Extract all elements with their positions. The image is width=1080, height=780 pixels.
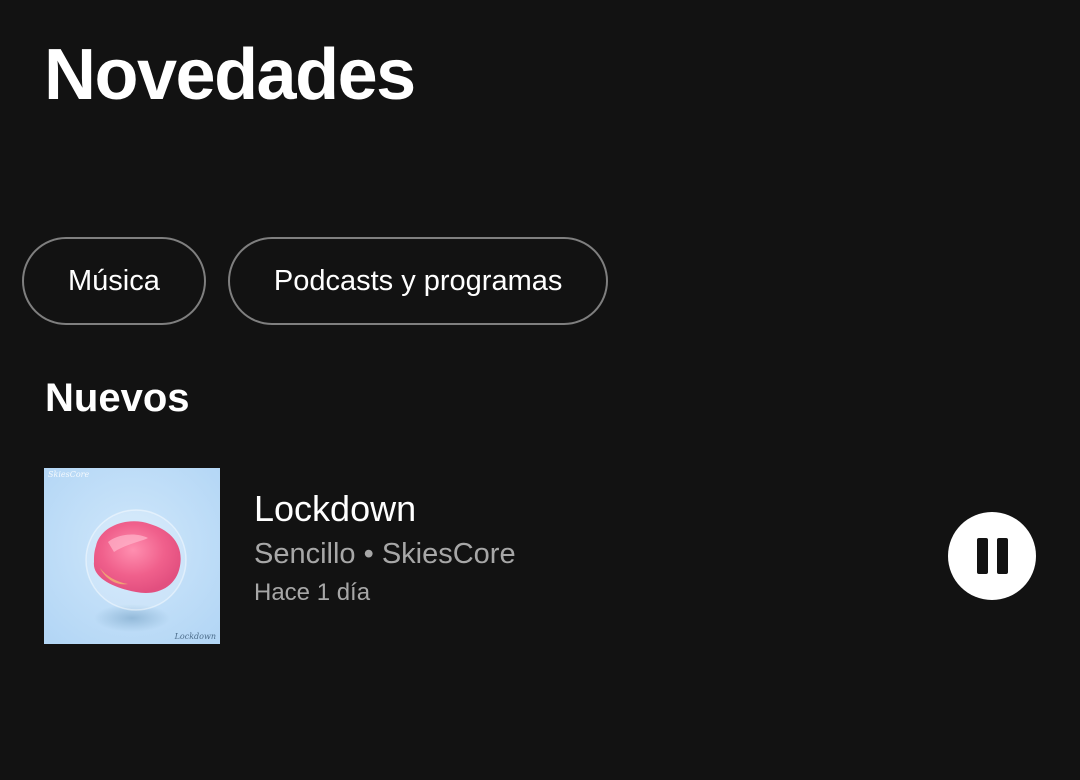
release-subtitle: Sencillo • SkiesCore	[254, 538, 516, 570]
pause-icon-bar-left	[976, 538, 988, 574]
album-cover-art	[44, 468, 220, 644]
release-title[interactable]: Lockdown	[254, 486, 516, 532]
pause-button[interactable]	[948, 512, 1036, 600]
section-title: Nuevos	[45, 376, 190, 420]
cover-text-top: SkiesCore	[48, 470, 90, 479]
album-cover: SkiesCore Lockdown	[44, 468, 220, 644]
release-meta: Lockdown Sencillo • SkiesCore Hace 1 día	[254, 486, 516, 609]
cover-text-bottom: Lockdown	[174, 632, 216, 641]
pause-icon	[976, 538, 1008, 574]
pause-icon-bar-right	[996, 538, 1008, 574]
filter-chips: Música Podcasts y programas	[22, 237, 609, 325]
release-date: Hace 1 día	[254, 579, 371, 606]
filter-chip-podcasts[interactable]: Podcasts y programas	[227, 237, 609, 325]
filter-chip-music[interactable]: Música	[22, 237, 206, 325]
release-item[interactable]: SkiesCore Lockdown Lockdown Sencillo • S…	[44, 468, 1044, 644]
page-title: Novedades	[44, 35, 416, 115]
